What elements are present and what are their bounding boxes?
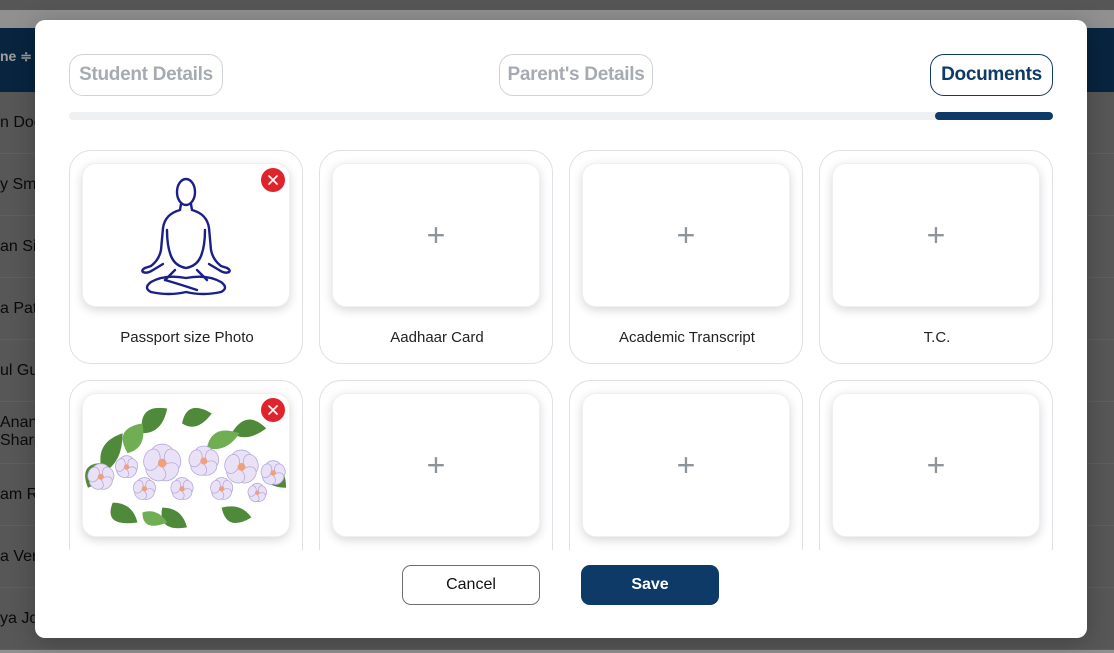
document-card-academic-transcript: + Academic Transcript [569,150,803,364]
progress-track [69,112,1053,120]
document-label: Passport size Photo [120,329,254,346]
document-card-aadhaar: + Aadhaar Card [319,150,553,364]
document-card-8: + [819,380,1053,550]
upload-tile[interactable]: + [832,393,1040,537]
save-button[interactable]: Save [581,565,719,605]
progress-fill [934,112,1053,120]
remove-document-button[interactable] [261,168,285,192]
document-label: Academic Transcript [619,329,755,346]
step-documents[interactable]: Documents [930,54,1053,96]
remove-document-button[interactable] [261,398,285,422]
document-card-5 [69,380,303,550]
plus-icon: + [676,217,696,253]
document-label: T.C. [923,329,951,346]
upload-tile[interactable]: + [332,163,540,307]
flower [170,477,194,500]
flower [210,477,234,500]
upload-tile[interactable]: + [582,163,790,307]
flower [132,477,156,500]
step-parents-details[interactable]: Parent's Details [499,54,653,96]
documents-grid: Passport size Photo + Aadhaar Card + Aca… [35,140,1087,550]
flower [115,455,139,479]
upload-tile[interactable]: + [582,393,790,537]
flower [247,482,268,503]
document-card-7: + [569,380,803,550]
document-card-passport-photo: Passport size Photo [69,150,303,364]
meditation-figure-image [141,177,231,296]
upload-tile[interactable] [82,163,290,307]
plus-icon: + [426,217,446,253]
close-icon [268,405,278,415]
close-icon [268,175,278,185]
document-upload-modal: Student Details Parent's Details Documen… [35,20,1087,638]
step-student-details[interactable]: Student Details [69,54,223,96]
flower-garland-image [85,407,287,529]
document-label: Aadhaar Card [390,329,484,346]
upload-tile[interactable]: + [332,393,540,537]
plus-icon: + [926,447,946,483]
upload-tile[interactable] [82,393,290,537]
plus-icon: + [676,447,696,483]
flower [188,445,220,476]
plus-icon: + [426,447,446,483]
upload-tile[interactable]: + [832,163,1040,307]
cancel-button[interactable]: Cancel [402,565,540,605]
plus-icon: + [926,217,946,253]
document-card-tc: + T.C. [819,150,1053,364]
document-card-6: + [319,380,553,550]
